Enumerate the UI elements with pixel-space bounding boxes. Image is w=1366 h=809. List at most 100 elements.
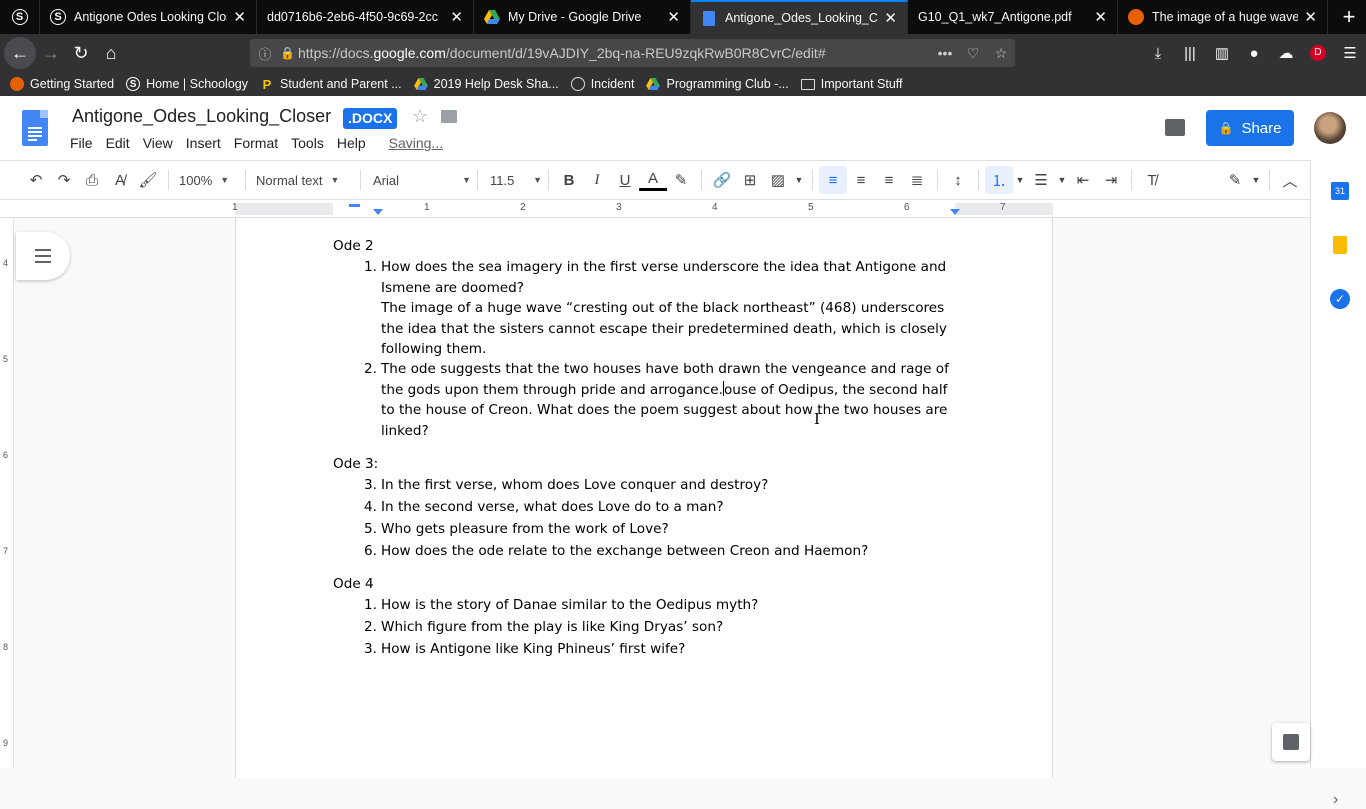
close-icon[interactable]: ✕ bbox=[884, 9, 897, 27]
keep-icon[interactable] bbox=[1333, 236, 1347, 254]
comment-history-icon[interactable] bbox=[1165, 119, 1185, 136]
hamburger-menu-icon[interactable]: ☰ bbox=[1334, 44, 1366, 62]
menu-file[interactable]: File bbox=[70, 135, 93, 151]
justify-icon[interactable]: ≣ bbox=[903, 166, 931, 194]
menu-insert[interactable]: Insert bbox=[186, 135, 221, 151]
increase-indent-icon[interactable]: ⇥ bbox=[1097, 166, 1125, 194]
line-spacing-icon[interactable]: ↕ bbox=[944, 166, 972, 194]
numbered-list-icon[interactable]: ⒈ bbox=[985, 166, 1013, 194]
pocket-icon[interactable]: ♡ bbox=[959, 45, 987, 62]
home-button[interactable]: ⌂ bbox=[96, 38, 126, 68]
document-page[interactable]: Ode 2 1. How does the sea imagery in the… bbox=[235, 218, 1053, 778]
info-icon[interactable]: ⓘ bbox=[250, 44, 280, 63]
move-folder-icon[interactable] bbox=[441, 110, 457, 123]
bookmark-help-desk[interactable]: 2019 Help Desk Sha... bbox=[413, 77, 559, 91]
caret-down-icon[interactable]: ▼ bbox=[1055, 166, 1069, 194]
star-icon[interactable]: ☆ bbox=[412, 106, 428, 127]
globe-icon bbox=[570, 77, 585, 91]
bold-icon[interactable]: B bbox=[555, 166, 583, 194]
font-select[interactable]: Arial ▼ bbox=[373, 166, 471, 194]
redo-icon[interactable]: ↷ bbox=[50, 166, 78, 194]
italic-icon[interactable]: I bbox=[583, 166, 611, 194]
downloads-icon[interactable]: ⤓ bbox=[1142, 45, 1174, 62]
text-color-icon[interactable]: A bbox=[639, 169, 667, 191]
editing-mode-icon[interactable]: ✎ bbox=[1221, 166, 1249, 194]
save-status[interactable]: Saving... bbox=[389, 135, 443, 151]
tab-pdf[interactable]: G10_Q1_wk7_Antigone.pdf ✕ bbox=[908, 0, 1118, 34]
lock-icon[interactable]: 🔒 bbox=[280, 46, 298, 60]
menu-format[interactable]: Format bbox=[234, 135, 278, 151]
add-comment-icon[interactable]: ⊞ bbox=[736, 166, 764, 194]
left-indent-marker[interactable] bbox=[373, 209, 383, 215]
font-size-select[interactable]: 11.5 ▼ bbox=[490, 166, 542, 194]
profile-avatar[interactable]: D bbox=[1310, 45, 1326, 61]
extension-icon[interactable]: ☁ bbox=[1270, 44, 1302, 62]
hide-menus-icon[interactable]: ︿ bbox=[1276, 166, 1304, 194]
bookmark-important-stuff[interactable]: Important Stuff bbox=[800, 77, 903, 91]
reload-button[interactable]: ↻ bbox=[66, 38, 96, 68]
chevron-right-icon[interactable]: › bbox=[1333, 791, 1338, 809]
link-icon[interactable]: 🔗 bbox=[708, 166, 736, 194]
zoom-select[interactable]: 100% ▼ bbox=[179, 166, 239, 194]
close-icon[interactable]: ✕ bbox=[1094, 8, 1107, 26]
caret-down-icon[interactable]: ▼ bbox=[1013, 166, 1027, 194]
caret-down-icon[interactable]: ▼ bbox=[1249, 166, 1263, 194]
bookmark-star-icon[interactable]: ☆ bbox=[987, 45, 1015, 62]
highlight-icon[interactable]: ✎ bbox=[667, 166, 695, 194]
forward-button[interactable]: → bbox=[36, 38, 66, 68]
close-icon[interactable]: ✕ bbox=[450, 8, 463, 26]
first-line-indent-marker[interactable] bbox=[349, 204, 360, 207]
close-icon[interactable]: ✕ bbox=[233, 8, 246, 26]
bookmark-getting-started[interactable]: Getting Started bbox=[10, 77, 114, 91]
insert-image-icon[interactable]: ▨ bbox=[764, 166, 792, 194]
align-center-icon[interactable]: ≡ bbox=[847, 166, 875, 194]
google-docs-logo-icon[interactable] bbox=[22, 110, 48, 146]
menu-edit[interactable]: Edit bbox=[106, 135, 130, 151]
user-avatar[interactable] bbox=[1314, 112, 1346, 144]
tab-dd0716b6[interactable]: dd0716b6-2eb6-4f50-9c69-2cc ✕ bbox=[257, 0, 474, 34]
print-icon[interactable]: ⎙ bbox=[78, 166, 106, 194]
tab-antigone-odes-schoology[interactable]: S Antigone Odes Looking Closer ✕ bbox=[40, 0, 257, 34]
bulleted-list-icon[interactable]: ☰ bbox=[1027, 166, 1055, 194]
menu-help[interactable]: Help bbox=[337, 135, 366, 151]
account-icon[interactable]: ● bbox=[1238, 45, 1270, 62]
calendar-icon[interactable]: 31 bbox=[1331, 182, 1349, 200]
menu-view[interactable]: View bbox=[143, 135, 173, 151]
document-title[interactable]: Antigone_Odes_Looking_Closer bbox=[72, 106, 331, 127]
decrease-indent-icon[interactable]: ⇤ bbox=[1069, 166, 1097, 194]
close-icon[interactable]: ✕ bbox=[1304, 8, 1317, 26]
url-bar[interactable]: ⓘ 🔒 https://docs.google.com/document/d/1… bbox=[250, 39, 1015, 67]
paint-format-icon[interactable]: 🖌 bbox=[134, 166, 162, 194]
explore-button[interactable] bbox=[1272, 723, 1310, 761]
align-left-icon[interactable]: ≡ bbox=[819, 166, 847, 194]
clear-formatting-icon[interactable]: T̸ bbox=[1138, 166, 1166, 194]
share-button[interactable]: 🔒 Share bbox=[1206, 110, 1294, 146]
new-tab-button[interactable]: + bbox=[1332, 0, 1366, 34]
underline-icon[interactable]: U bbox=[611, 166, 639, 194]
page-actions-icon[interactable]: ••• bbox=[931, 45, 959, 61]
mouse-cursor: I bbox=[814, 410, 820, 428]
bookmark-programming-club[interactable]: Programming Club -... bbox=[646, 77, 789, 91]
spellcheck-icon[interactable]: A̸ bbox=[106, 166, 134, 194]
bookmark-incident[interactable]: Incident bbox=[570, 77, 634, 91]
pinned-tab-schoology[interactable]: S bbox=[0, 0, 40, 34]
left-margin[interactable] bbox=[235, 203, 333, 215]
caret-down-icon[interactable]: ▼ bbox=[792, 166, 806, 194]
align-right-icon[interactable]: ≡ bbox=[875, 166, 903, 194]
bookmark-student-parent[interactable]: P Student and Parent ... bbox=[260, 77, 402, 92]
tasks-icon[interactable]: ✓ bbox=[1330, 289, 1350, 309]
undo-icon[interactable]: ↶ bbox=[22, 166, 50, 194]
tab-wave-search[interactable]: The image of a huge wave "cr ✕ bbox=[1118, 0, 1328, 34]
right-indent-marker[interactable] bbox=[950, 209, 960, 215]
back-button[interactable]: ← bbox=[4, 37, 36, 69]
style-select[interactable]: Normal text ▼ bbox=[256, 166, 354, 194]
sidebar-icon[interactable]: ▥ bbox=[1206, 44, 1238, 62]
url-text[interactable]: https://docs.google.com/document/d/19vAJ… bbox=[298, 45, 931, 61]
close-icon[interactable]: ✕ bbox=[667, 8, 680, 26]
tab-antigone-docs[interactable]: Antigone_Odes_Looking_Closer ✕ bbox=[691, 0, 908, 34]
library-icon[interactable]: ||| bbox=[1174, 45, 1206, 62]
menu-tools[interactable]: Tools bbox=[291, 135, 324, 151]
bookmark-home-schoology[interactable]: S Home | Schoology bbox=[126, 77, 248, 91]
document-outline-button[interactable] bbox=[16, 232, 70, 280]
tab-my-drive[interactable]: My Drive - Google Drive ✕ bbox=[474, 0, 691, 34]
